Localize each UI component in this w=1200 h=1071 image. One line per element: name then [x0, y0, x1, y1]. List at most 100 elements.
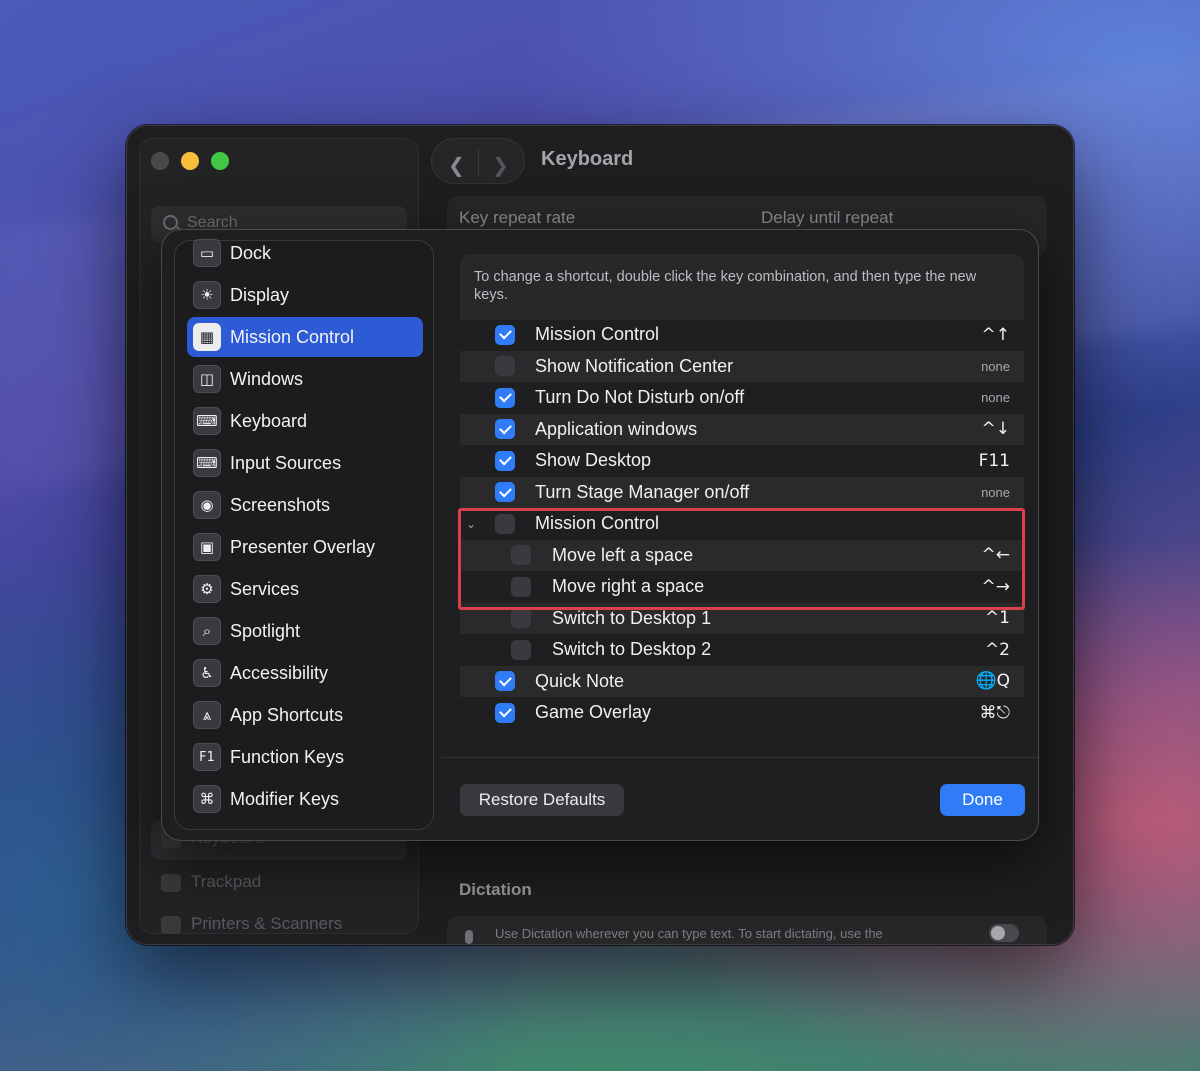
done-button[interactable]: Done — [940, 784, 1025, 816]
accessibility-icon: ♿ — [193, 659, 221, 687]
category-label: App Shortcuts — [230, 704, 344, 725]
windows-icon: ◫ — [193, 365, 221, 393]
dictation-toggle[interactable] — [989, 924, 1019, 942]
disclosure-chevron-icon[interactable]: ⌄ — [466, 517, 476, 531]
category-item-presenter-overlay[interactable]: ▣ Presenter Overlay — [187, 527, 423, 567]
keyboard-icon: ⌨ — [193, 407, 221, 435]
category-label: Accessibility — [230, 662, 329, 683]
search-icon — [163, 215, 178, 230]
mission-control-icon: ▦ — [193, 323, 221, 351]
keyboard-shortcuts-sheet: ▭ Dock ☀ Display ▦ Mission Control ◫ Windows ⌨ Ke… — [161, 229, 1040, 841]
window-title: Keyboard — [541, 148, 634, 170]
f1-key-icon: F1 — [193, 743, 221, 771]
shortcut-checkbox[interactable] — [495, 671, 515, 692]
shortcut-row[interactable]: Application windows ^↓ — [460, 413, 1024, 445]
shortcut-key-combination[interactable]: ⌘⎋ — [980, 703, 1010, 723]
shortcut-label: Show Desktop — [535, 450, 652, 471]
shortcut-key-combination[interactable]: ^1 — [985, 608, 1010, 628]
shortcut-label: Mission Control — [535, 324, 660, 345]
shortcut-row[interactable]: Switch to Desktop 1 ^1 — [460, 602, 1024, 634]
category-item-modifier-keys[interactable]: ⌘ Modifier Keys — [187, 779, 423, 819]
shortcut-checkbox[interactable] — [495, 324, 515, 345]
restore-defaults-button[interactable]: Restore Defaults — [460, 784, 624, 816]
shortcut-row[interactable]: Turn Stage Manager on/off none — [460, 476, 1024, 508]
shortcut-checkbox[interactable] — [511, 545, 531, 566]
category-item-accessibility[interactable]: ♿ Accessibility — [187, 653, 423, 693]
category-label: Services — [230, 578, 300, 599]
category-item-screenshots[interactable]: ◉ Screenshots — [187, 485, 423, 525]
shortcut-key-combination[interactable]: 🌐Q — [975, 671, 1010, 691]
shortcut-key-combination[interactable]: none — [981, 485, 1010, 500]
shortcut-row[interactable]: Show Notification Center none — [460, 350, 1024, 382]
minimize-window-button[interactable] — [181, 152, 199, 170]
shortcut-row[interactable]: Turn Do Not Disturb on/off none — [460, 382, 1024, 414]
shortcut-label: Move left a space — [552, 544, 694, 565]
sidebar-item-trackpad[interactable]: Trackpad — [161, 872, 261, 892]
shortcut-row[interactable]: Move left a space ^← — [460, 539, 1024, 571]
category-label: Screenshots — [230, 494, 331, 515]
shortcut-row[interactable]: Switch to Desktop 2 ^2 — [460, 634, 1024, 666]
shortcut-row[interactable]: Quick Note 🌐Q — [460, 665, 1024, 697]
category-item-dock[interactable]: ▭ Dock — [187, 233, 423, 273]
gears-icon: ⚙ — [193, 575, 221, 603]
close-window-button[interactable] — [151, 152, 169, 170]
display-brightness-icon: ☀ — [193, 281, 221, 309]
key-repeat-label: Key repeat rate — [459, 208, 576, 227]
category-item-app-shortcuts[interactable]: ⩓ App Shortcuts — [187, 695, 423, 735]
category-item-function-keys[interactable]: F1 Function Keys — [187, 737, 423, 777]
shortcut-key-combination[interactable]: none — [981, 390, 1010, 405]
category-label: Dock — [230, 242, 272, 263]
sidebar-item-printers[interactable]: Printers & Scanners — [161, 914, 342, 934]
shortcut-row[interactable]: Mission Control ^↑ — [460, 319, 1024, 351]
shortcut-checkbox[interactable] — [495, 482, 515, 503]
category-item-spotlight[interactable]: ⌕ Spotlight — [187, 611, 423, 651]
shortcut-instructions: To change a shortcut, double click the k… — [460, 254, 1024, 320]
shortcut-label: Quick Note — [535, 670, 625, 691]
shortcut-label: Switch to Desktop 1 — [552, 607, 712, 628]
camera-icon: ◉ — [193, 491, 221, 519]
shortcut-row[interactable]: Game Overlay ⌘⎋ — [460, 697, 1024, 729]
shortcut-label: Show Notification Center — [535, 355, 734, 376]
category-item-mission-control[interactable]: ▦ Mission Control — [187, 317, 423, 357]
shortcut-key-combination[interactable]: ^↑ — [982, 325, 1011, 345]
category-item-services[interactable]: ⚙ Services — [187, 569, 423, 609]
shortcut-checkbox[interactable] — [495, 702, 515, 723]
shortcut-key-combination[interactable]: ^↓ — [982, 419, 1011, 439]
back-chevron-icon[interactable]: ❮ — [448, 153, 465, 177]
shortcut-key-combination[interactable]: none — [981, 359, 1010, 374]
shortcut-key-combination[interactable]: ^→ — [982, 577, 1011, 597]
shortcut-key-combination[interactable]: F11 — [979, 451, 1010, 471]
category-item-windows[interactable]: ◫ Windows — [187, 359, 423, 399]
shortcut-checkbox[interactable] — [495, 387, 515, 408]
shortcut-checkbox[interactable] — [495, 513, 515, 534]
category-item-input-sources[interactable]: ⌨ Input Sources — [187, 443, 423, 483]
category-label: Keyboard — [230, 410, 308, 431]
category-item-display[interactable]: ☀ Display — [187, 275, 423, 315]
shortcut-label: Turn Do Not Disturb on/off — [535, 387, 745, 408]
shortcut-key-combination[interactable]: ^2 — [985, 640, 1010, 660]
shortcut-row[interactable]: Show Desktop F11 — [460, 445, 1024, 477]
shortcut-checkbox[interactable] — [511, 576, 531, 597]
zoom-window-button[interactable] — [211, 152, 229, 170]
trackpad-icon — [161, 873, 181, 892]
shortcut-row[interactable]: ⌄ Mission Control — [460, 508, 1024, 540]
shortcut-category-list: ▭ Dock ☀ Display ▦ Mission Control ◫ Windows ⌨ Ke… — [174, 239, 434, 830]
shortcut-row[interactable]: Move right a space ^→ — [460, 571, 1024, 603]
shortcut-label: Mission Control — [535, 513, 660, 534]
category-label: Mission Control — [230, 326, 355, 347]
shortcut-checkbox[interactable] — [495, 450, 515, 471]
app-store-icon: ⩓ — [193, 701, 221, 729]
input-sources-icon: ⌨ — [193, 449, 221, 477]
command-key-icon: ⌘ — [193, 785, 221, 813]
forward-chevron-icon[interactable]: ❯ — [492, 153, 509, 177]
category-item-keyboard[interactable]: ⌨ Keyboard — [187, 401, 423, 441]
shortcut-key-combination[interactable]: ^← — [982, 545, 1011, 565]
dictation-title: Dictation — [459, 880, 532, 899]
category-label: Input Sources — [230, 452, 342, 473]
microphone-icon — [465, 930, 473, 944]
shortcut-checkbox[interactable] — [495, 356, 515, 377]
shortcut-checkbox[interactable] — [495, 419, 515, 440]
category-label: Display — [230, 284, 290, 305]
shortcut-checkbox[interactable] — [511, 639, 531, 660]
shortcut-checkbox[interactable] — [511, 608, 531, 629]
